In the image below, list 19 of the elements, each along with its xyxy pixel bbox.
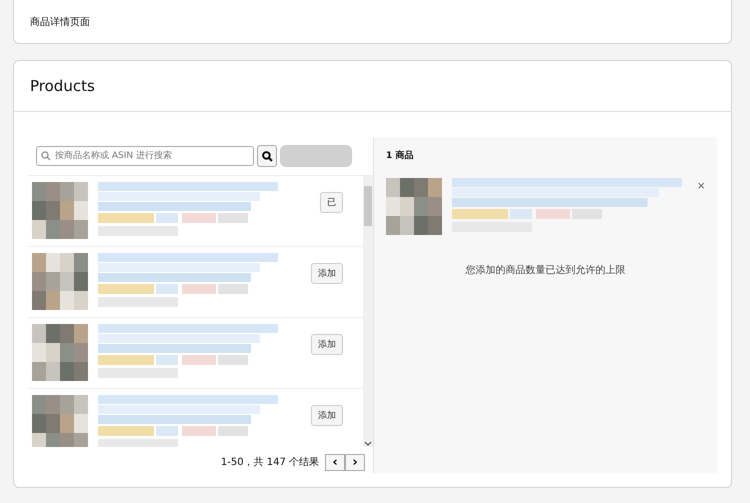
scrollbar-thumb[interactable] <box>364 186 372 226</box>
search-icon <box>262 150 272 162</box>
search-field[interactable]: 按商品名称或 ASIN 进行搜索 <box>36 146 254 166</box>
search-button[interactable] <box>257 145 277 167</box>
blurred-control <box>280 145 352 167</box>
previous-page-button[interactable]: ‹ <box>325 454 345 470</box>
results-summary: 1-50，共 147 个结果 <box>220 456 319 469</box>
chevron-down-icon <box>364 441 372 447</box>
remove-button[interactable]: × <box>697 178 705 193</box>
field-value: 商品详情页面 <box>30 16 91 29</box>
add-button[interactable]: 添加 <box>311 334 343 355</box>
add-button[interactable]: 已 <box>320 192 343 213</box>
add-button[interactable]: 添加 <box>311 263 343 284</box>
add-button[interactable]: 添加 <box>311 405 343 426</box>
limit-message: 您添加的商品数量已达到允许的上限 <box>464 264 626 277</box>
next-page-button[interactable]: › <box>345 454 365 470</box>
selected-count: 1 商品 <box>386 149 414 162</box>
search-icon <box>41 151 51 161</box>
section-title: Products <box>30 77 95 95</box>
